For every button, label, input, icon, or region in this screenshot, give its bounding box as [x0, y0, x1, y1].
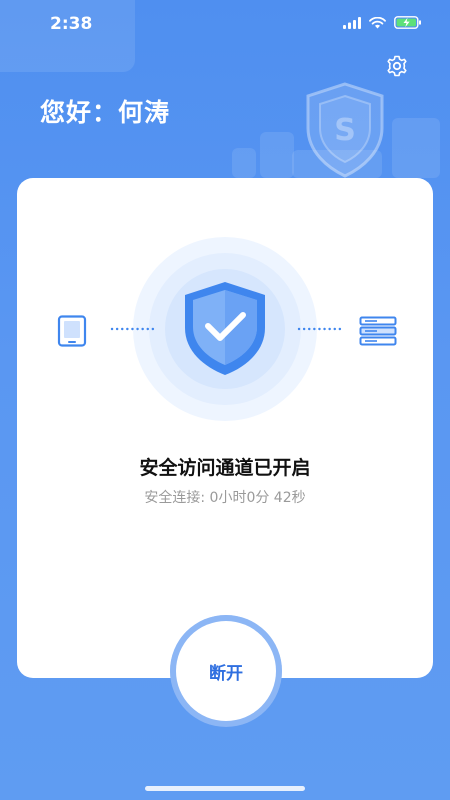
- disconnect-button-ring: 断开: [170, 615, 282, 727]
- connection-duration: 安全连接: 0小时0分 42秒: [144, 490, 306, 506]
- disconnect-button[interactable]: 断开: [176, 621, 276, 721]
- status-time: 2:38: [50, 14, 93, 34]
- status-icons: [343, 16, 422, 29]
- connection-dots-left: [110, 327, 156, 331]
- home-indicator[interactable]: [145, 786, 305, 791]
- tablet-icon: [57, 315, 87, 347]
- signal-icon: [343, 16, 361, 29]
- svg-text:S: S: [334, 113, 356, 148]
- wifi-icon: [369, 16, 386, 28]
- background-decoration: [260, 132, 294, 178]
- hero-shield-icon: S: [306, 82, 384, 178]
- background-decoration: [392, 118, 440, 178]
- tunnel-status-title: 安全访问通道已开启: [139, 457, 311, 479]
- gear-icon[interactable]: [385, 54, 409, 78]
- status-bar: 2:38: [0, 0, 450, 48]
- connection-dots-right: [297, 327, 343, 331]
- battery-charging-icon: [394, 16, 421, 29]
- background-decoration: [232, 148, 256, 178]
- server-icon: [359, 316, 397, 346]
- greeting-text: 您好：何涛: [40, 98, 171, 127]
